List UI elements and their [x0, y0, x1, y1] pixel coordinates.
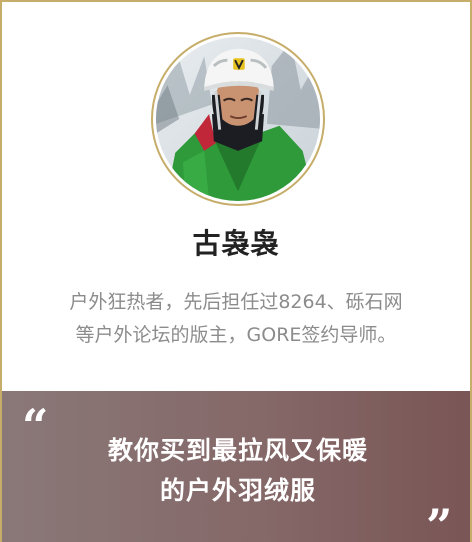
profile-name: 古袅袅 — [192, 227, 280, 260]
avatar-frame — [151, 32, 325, 206]
profile-bio: 户外狂热者，先后担任过8264、砾石网 等户外论坛的版主，GORE签约导师。 — [22, 286, 450, 352]
avatar-photo — [156, 37, 320, 201]
bio-line: 户外狂热者，先后担任过8264、砾石网 — [69, 291, 403, 313]
banner-headline: 教你买到最拉风又保暖 的户外羽绒服 — [2, 431, 470, 511]
close-quote-icon: ” — [426, 499, 453, 542]
headline-line: 教你买到最拉风又保暖 — [107, 436, 368, 465]
quote-banner: “ 教你买到最拉风又保暖 的户外羽绒服 ” — [2, 391, 470, 542]
avatar — [156, 37, 320, 201]
headline-line: 的户外羽绒服 — [159, 476, 316, 505]
profile-card: 古袅袅 户外狂热者，先后担任过8264、砾石网 等户外论坛的版主，GORE签约导… — [0, 0, 472, 542]
bio-line: 等户外论坛的版主，GORE签约导师。 — [75, 324, 397, 346]
